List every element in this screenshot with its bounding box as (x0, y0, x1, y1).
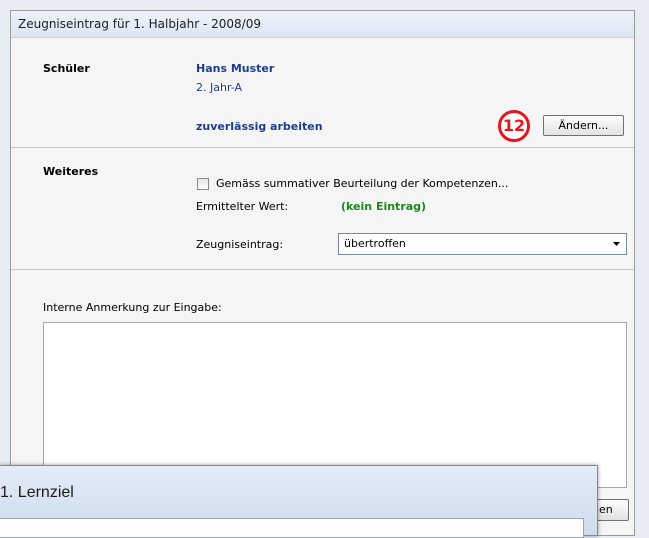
dialog-title: Zeugniseintrag für 1. Halbjahr - 2008/09 (11, 11, 634, 38)
notes-label: Interne Anmerkung zur Eingabe: (43, 301, 222, 314)
select-value: übertroffen (344, 237, 406, 250)
window-title: 1. Lernziel (0, 484, 74, 501)
learning-goal-window: 1. Lernziel (0, 465, 598, 538)
summative-checkbox[interactable] (197, 178, 209, 190)
window-content-area (0, 518, 584, 538)
computed-value-label: Ermittelter Wert: (196, 200, 289, 213)
step-number-badge: 12 (498, 110, 530, 142)
report-entry-label: Zeugniseintrag: (196, 238, 284, 251)
computed-value: (kein Eintrag) (341, 200, 427, 213)
separator (11, 147, 634, 148)
student-class: 2. Jahr-A (196, 81, 243, 94)
notes-textarea[interactable] (43, 322, 627, 488)
chevron-down-icon (613, 242, 620, 246)
report-entry-select[interactable]: übertroffen (338, 233, 627, 255)
checkbox-label: Gemäss summativer Beurteilung der Kompet… (216, 177, 509, 190)
more-section-label: Weiteres (43, 165, 99, 178)
student-section-label: Schüler (43, 62, 90, 75)
change-button[interactable]: Ändern... (543, 115, 624, 136)
learning-goal: zuverlässig arbeiten (196, 120, 323, 133)
report-entry-dialog: Zeugniseintrag für 1. Halbjahr - 2008/09… (10, 10, 635, 536)
partial-button[interactable]: en (594, 499, 629, 521)
student-name: Hans Muster (196, 62, 275, 75)
separator (11, 269, 634, 270)
